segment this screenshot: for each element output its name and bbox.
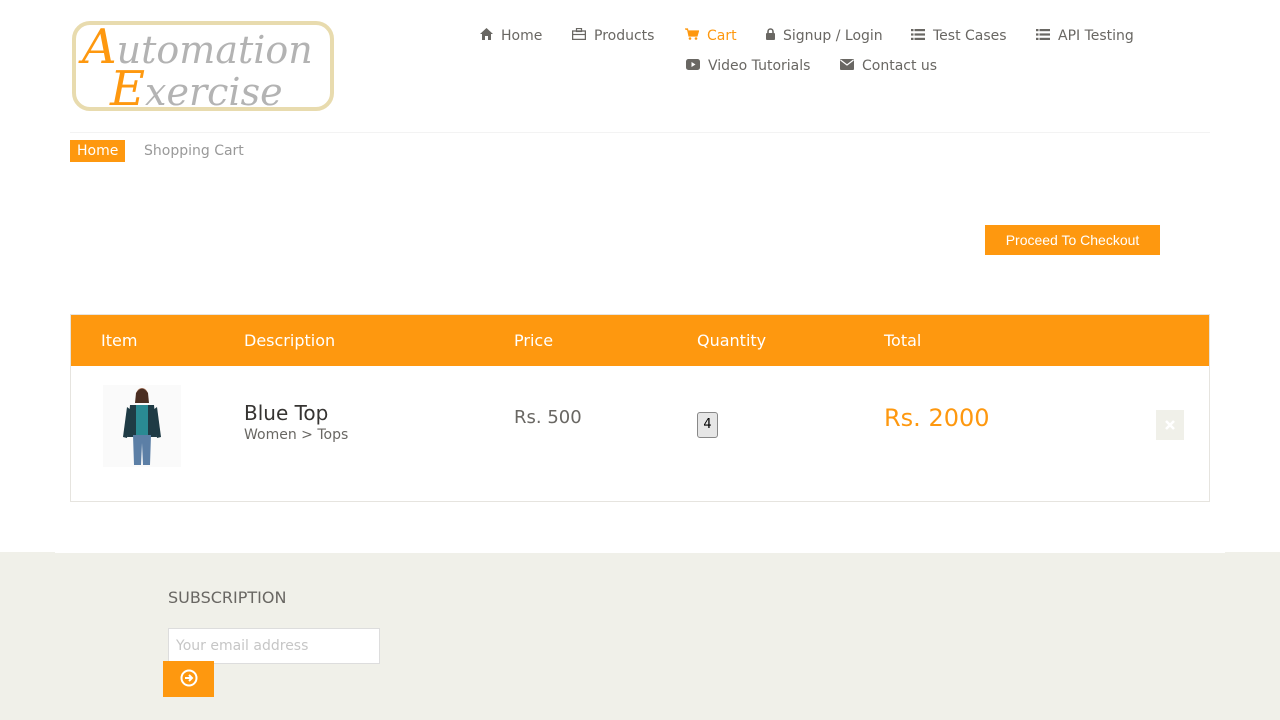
breadcrumb-current: Shopping Cart [144, 143, 244, 159]
list-icon [911, 28, 925, 44]
nav-item-test-cases[interactable]: Test Cases [911, 28, 1007, 44]
product-price: Rs. 500 [514, 407, 582, 428]
nav-item-products[interactable]: Products [571, 27, 655, 44]
nav-label: Cart [707, 28, 737, 44]
home-icon [480, 28, 493, 44]
header-divider [70, 132, 1210, 133]
footer-divider [55, 552, 1225, 553]
cart-table: Item Description Price Quantity Total Bl… [70, 314, 1210, 502]
logo-line-2: Exercise [110, 61, 283, 117]
nav-item-cart[interactable]: Cart [685, 28, 737, 44]
nav-label: Products [594, 28, 655, 44]
nav-item-home[interactable]: Home [480, 28, 542, 44]
nav-item-signup-login[interactable]: Signup / Login [766, 28, 883, 44]
nav-item-api-testing[interactable]: API Testing [1036, 28, 1134, 44]
subscribe-button[interactable] [163, 661, 214, 697]
cart-icon [685, 28, 700, 44]
product-quantity: 4 [697, 412, 718, 438]
nav-label: Contact us [862, 58, 938, 74]
footer: SUBSCRIPTION [0, 552, 1280, 720]
nav-item-contact-us[interactable]: Contact us [840, 58, 937, 74]
column-header-description: Description [244, 331, 336, 350]
column-header-total: Total [884, 331, 922, 350]
column-header-quantity: Quantity [697, 331, 767, 350]
nav-label: Home [501, 28, 543, 44]
nav-item-video-tutorials[interactable]: Video Tutorials [686, 58, 810, 74]
envelope-icon [840, 58, 854, 74]
close-icon [1165, 420, 1175, 430]
product-category: Women > Tops [244, 427, 349, 443]
nav-label: Test Cases [933, 28, 1007, 44]
arrow-circle-right-icon [180, 669, 197, 686]
product-image[interactable] [103, 385, 181, 467]
lock-icon [766, 28, 775, 44]
product-name-link[interactable]: Blue Top [244, 401, 328, 425]
delete-item-button[interactable] [1156, 410, 1184, 440]
column-header-price: Price [514, 331, 554, 350]
subscription-email-input[interactable] [168, 628, 380, 664]
site-logo[interactable]: Automation Exercise [72, 19, 334, 117]
nav-label: API Testing [1058, 28, 1134, 44]
youtube-play-icon [686, 58, 700, 74]
product-total: Rs. 2000 [884, 404, 990, 432]
breadcrumb-home[interactable]: Home [70, 140, 126, 162]
nav-label: Signup / Login [783, 28, 883, 44]
proceed-to-checkout-button[interactable]: Proceed To Checkout [985, 225, 1160, 255]
cart-table-header: Item Description Price Quantity Total [71, 315, 1209, 366]
nav-label: Video Tutorials [708, 58, 811, 74]
column-header-item: Item [101, 331, 138, 350]
list-icon [1036, 28, 1050, 44]
subscription-title: SUBSCRIPTION [168, 588, 287, 607]
briefcase-icon [571, 27, 587, 44]
